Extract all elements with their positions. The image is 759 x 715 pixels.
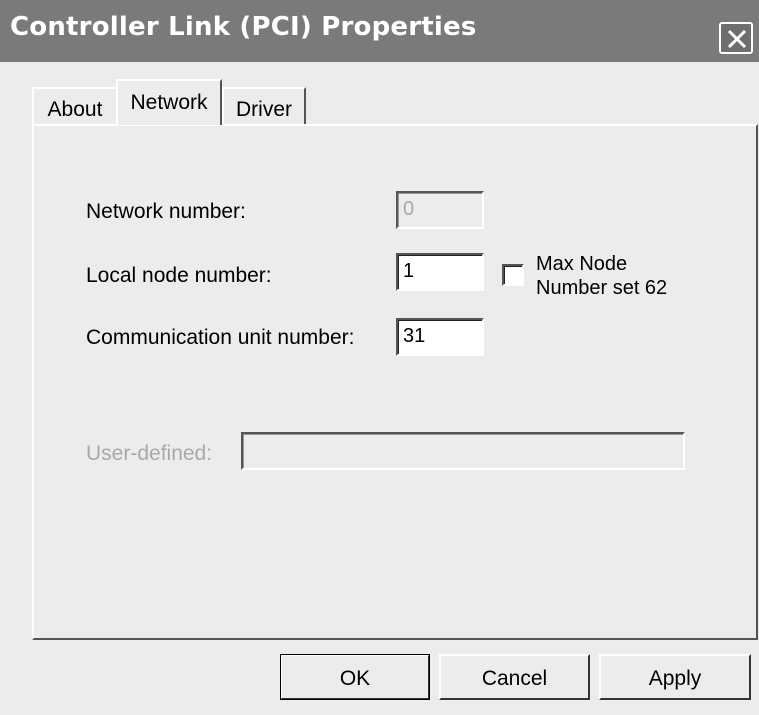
tab-about-label: About: [47, 98, 103, 121]
local-node-number-label: Local node number:: [86, 264, 272, 287]
ok-button[interactable]: OK: [280, 654, 430, 700]
close-icon: [727, 29, 747, 49]
apply-button[interactable]: Apply: [599, 654, 751, 700]
tab-network[interactable]: Network: [116, 79, 222, 125]
communication-unit-number-input[interactable]: 31: [396, 318, 484, 356]
title-bar: Controller Link (PCI) Properties: [0, 0, 759, 62]
communication-unit-number-label: Communication unit number:: [86, 326, 355, 349]
cancel-button[interactable]: Cancel: [439, 654, 590, 700]
max-node-label-line1: Max Node: [536, 253, 628, 275]
network-number-field: 0: [396, 191, 484, 229]
window-title: Controller Link (PCI) Properties: [10, 12, 477, 42]
network-number-label: Network number:: [86, 200, 246, 223]
user-defined-field: [241, 432, 685, 470]
local-node-number-input[interactable]: 1: [396, 253, 484, 291]
max-node-label-line2: Number set 62: [536, 277, 668, 299]
tab-driver-label: Driver: [236, 98, 292, 121]
tab-driver[interactable]: Driver: [222, 87, 306, 125]
user-defined-label: User-defined:: [86, 442, 213, 465]
tab-about[interactable]: About: [32, 87, 118, 125]
tab-network-label: Network: [130, 91, 208, 114]
max-node-checkbox-label: Max Node Number set 62: [536, 252, 667, 300]
max-node-checkbox[interactable]: [502, 264, 524, 286]
close-button[interactable]: [719, 22, 753, 54]
